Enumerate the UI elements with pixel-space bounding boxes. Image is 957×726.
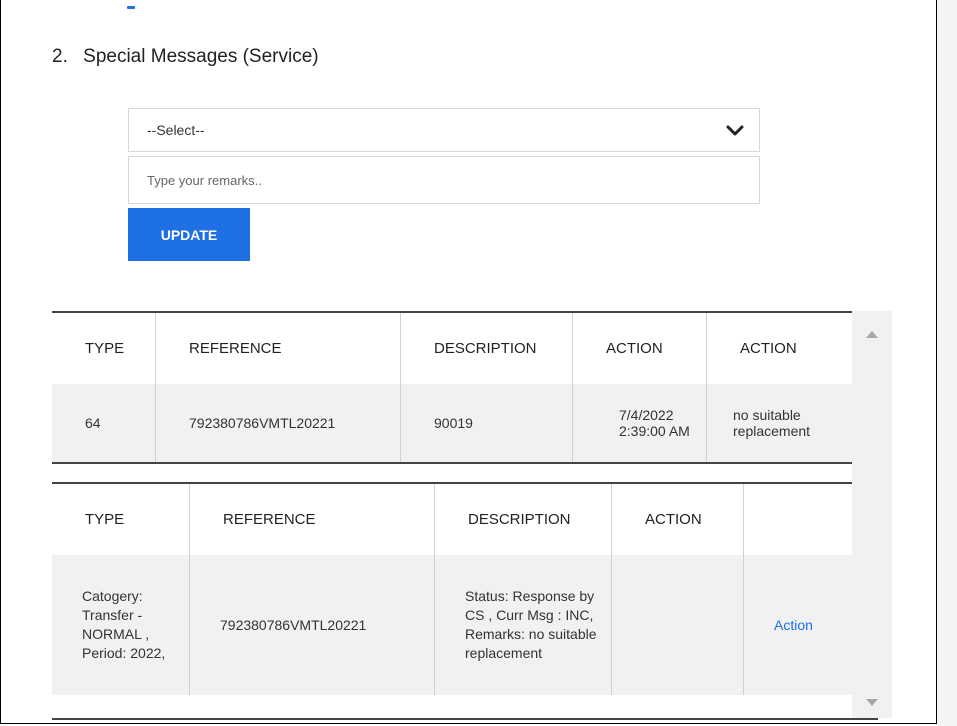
- col-header-reference: REFERENCE: [155, 312, 401, 384]
- col-header-reference: REFERENCE: [189, 483, 435, 555]
- table-bottom-border: [52, 718, 878, 720]
- messages-table-2: TYPE REFERENCE DESCRIPTION ACTION Catoge…: [52, 482, 878, 695]
- message-select[interactable]: --Select--: [128, 108, 760, 152]
- cell-reference: 792380786VMTL20221: [189, 555, 435, 695]
- cell-description: 90019: [400, 384, 573, 463]
- section-title-text: Special Messages (Service): [83, 46, 319, 67]
- right-gutter: [937, 0, 957, 726]
- action-link[interactable]: Action: [774, 617, 813, 633]
- update-button[interactable]: UPDATE: [128, 208, 250, 261]
- messages-table-1: TYPE REFERENCE DESCRIPTION ACTION ACTION…: [52, 311, 852, 464]
- cell-reference: 792380786VMTL20221: [155, 384, 401, 463]
- remarks-input[interactable]: [128, 156, 760, 204]
- scroll-up-arrow-icon[interactable]: [866, 331, 878, 338]
- cell-type: Catogery: Transfer - NORMAL , Period: 20…: [82, 588, 166, 661]
- table-row: 64 792380786VMTL20221 90019 7/4/2022 2:3…: [52, 384, 852, 463]
- table-row: Catogery: Transfer - NORMAL , Period: 20…: [52, 555, 878, 695]
- chevron-down-icon: [726, 125, 744, 136]
- select-value: --Select--: [147, 122, 205, 138]
- cell-action-remark: no suitable replacement: [706, 384, 852, 463]
- cell-action-datetime: 7/4/2022 2:39:00 AM: [572, 384, 707, 463]
- col-header-description: DESCRIPTION: [434, 483, 612, 555]
- table-header-row: TYPE REFERENCE DESCRIPTION ACTION ACTION: [52, 312, 852, 384]
- col-header-action: ACTION: [572, 312, 707, 384]
- table-header-row: TYPE REFERENCE DESCRIPTION ACTION: [52, 483, 878, 555]
- col-header-action: ACTION: [611, 483, 744, 555]
- scroll-down-arrow-icon[interactable]: [866, 699, 878, 706]
- section-title: 2. Special Messages (Service): [52, 46, 319, 68]
- section-number: 2.: [52, 46, 68, 67]
- col-header-action-2: ACTION: [706, 312, 852, 384]
- cell-description: Status: Response by CS , Curr Msg : INC,…: [434, 555, 612, 695]
- col-header-type: TYPE: [85, 511, 125, 528]
- cell-type: 64: [85, 415, 101, 431]
- top-accent-mark: [127, 6, 135, 9]
- col-header-description: DESCRIPTION: [400, 312, 573, 384]
- cell-action: [611, 555, 744, 695]
- col-header-type: TYPE: [85, 340, 125, 357]
- table-scrollbar[interactable]: [852, 311, 892, 718]
